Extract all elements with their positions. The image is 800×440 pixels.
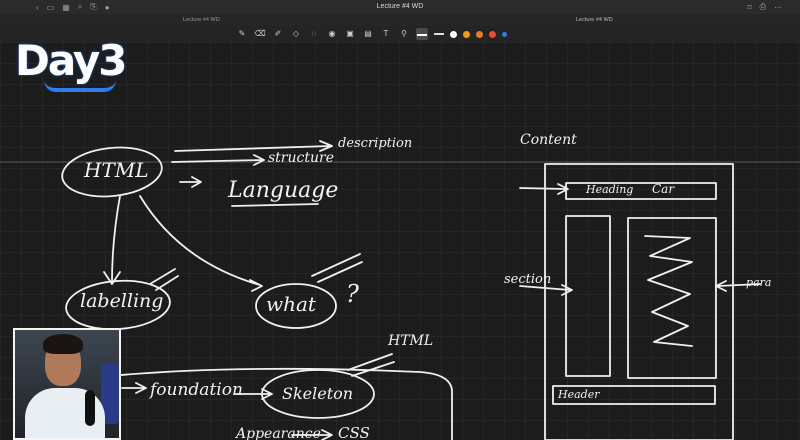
note-section: section <box>504 272 552 287</box>
note-skeleton: Skeleton <box>282 384 354 403</box>
color-orange[interactable] <box>463 30 470 38</box>
pen-icon[interactable]: ✎ <box>236 28 248 40</box>
note-html-small: HTML <box>388 333 434 349</box>
day-badge-underline <box>44 80 116 92</box>
text-icon[interactable]: T <box>380 28 392 40</box>
line-weight-icon[interactable] <box>434 33 444 35</box>
document-title: Lecture #4 WD <box>376 3 424 10</box>
sidebar-icon[interactable]: ▭ <box>47 3 55 12</box>
note-structure: structure <box>268 150 334 166</box>
color-blue[interactable] <box>502 31 507 37</box>
shapes-icon[interactable]: ◇ <box>290 28 302 40</box>
presenter-hair <box>43 334 83 354</box>
more-icon[interactable]: ⋯ <box>774 3 782 12</box>
share-icon[interactable]: ⎙ <box>760 2 766 12</box>
note-foundation: foundation <box>150 380 243 400</box>
keyboard-icon[interactable]: ▤ <box>362 28 374 40</box>
color-white[interactable] <box>450 30 457 38</box>
day-badge: Day3 <box>15 36 128 85</box>
note-description: description <box>338 136 413 151</box>
tool-group: ✎ ⌫ ✐ ◇ ◌ ◉ ▣ ▤ T ⚲ <box>236 27 507 41</box>
note-appearance: Appearance <box>236 426 321 440</box>
note-what: what <box>266 292 316 316</box>
mic-icon[interactable]: ● <box>105 3 110 12</box>
eraser-icon[interactable]: ⌫ <box>254 28 266 40</box>
bookmark-page-icon[interactable]: ⌑ <box>747 3 751 12</box>
highlighter-icon[interactable]: ✐ <box>272 28 284 40</box>
note-labelling: labelling <box>80 290 164 312</box>
line-style-button[interactable] <box>416 28 428 40</box>
note-heading: Heading <box>586 183 634 196</box>
lasso-icon[interactable]: ◌ <box>308 28 320 40</box>
back-icon[interactable]: ‹ <box>36 3 39 12</box>
image-icon[interactable]: ◉ <box>326 28 338 40</box>
bookmark-icon[interactable]: ⎘ <box>90 2 96 12</box>
microphone-icon <box>85 390 95 426</box>
note-content: Content <box>520 132 577 148</box>
tab-lecture-1[interactable]: Lecture #4 WD <box>183 14 220 26</box>
line-style-icon <box>417 34 427 36</box>
note-css: CSS <box>338 424 370 440</box>
title-bar: ‹ ▭ ▦ ⌕ ⎘ ● Lecture #4 WD ⌑ ⎙ ⋯ <box>0 0 800 15</box>
search-icon[interactable]: ⌕ <box>78 2 82 12</box>
notes-app: ‹ ▭ ▦ ⌕ ⎘ ● Lecture #4 WD ⌑ ⎙ ⋯ Lecture … <box>0 0 800 440</box>
color-red[interactable] <box>489 30 496 38</box>
note-para: para <box>746 276 772 289</box>
note-html: HTML <box>84 158 149 182</box>
tab-lecture-2[interactable]: Lecture #4 WD <box>576 14 613 26</box>
note-language: Language <box>228 178 339 203</box>
note-car: Car <box>652 182 675 196</box>
color-dark-orange[interactable] <box>476 30 483 38</box>
link-icon[interactable]: ⚲ <box>398 28 410 40</box>
title-bar-left-controls: ‹ ▭ ▦ ⌕ ⎘ ● <box>0 2 110 12</box>
note-question: ? <box>346 280 359 308</box>
title-bar-right-controls: ⌑ ⎙ ⋯ <box>747 0 782 14</box>
note-header-bottom: Header <box>558 388 600 401</box>
camera-icon[interactable]: ▣ <box>344 28 356 40</box>
grid-icon[interactable]: ▦ <box>62 3 70 12</box>
webcam-overlay <box>13 328 121 440</box>
